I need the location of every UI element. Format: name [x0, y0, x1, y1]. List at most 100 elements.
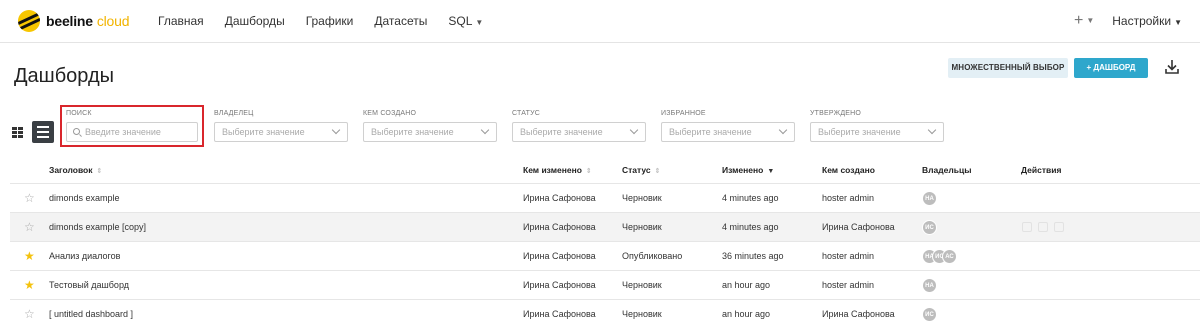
created-by-cell: hoster admin: [822, 251, 875, 261]
modified-cell: an hour ago: [722, 309, 771, 319]
dashboard-title-link[interactable]: dimonds example [copy]: [49, 213, 146, 241]
page-title: Дашборды: [14, 65, 114, 87]
search-input[interactable]: [85, 123, 195, 141]
column-modified-label: Изменено: [722, 165, 764, 175]
star-outline-icon[interactable]: ☆: [24, 221, 35, 233]
certified-select[interactable]: Выберите значение: [810, 122, 944, 142]
add-dashboard-button[interactable]: + ДАШБОРД: [1074, 58, 1148, 78]
nav-charts[interactable]: Графики: [306, 14, 354, 28]
brand-name: beeline: [46, 13, 93, 29]
new-item-menu[interactable]: + ▼: [1073, 12, 1095, 29]
favorite-select[interactable]: Выберите значение: [661, 122, 795, 142]
nav-home[interactable]: Главная: [158, 14, 204, 28]
table-row[interactable]: ☆ dimonds example [copy] Ирина Сафонова Чер…: [10, 212, 1200, 241]
nav-sql-label: SQL: [448, 14, 473, 28]
star-filled-icon[interactable]: ★: [24, 250, 35, 262]
modified-cell: 4 minutes ago: [722, 193, 779, 203]
nav-datasets[interactable]: Датасеты: [374, 14, 427, 28]
nav-sql[interactable]: SQL ▼: [448, 14, 483, 28]
certified-select-placeholder: Выберите значение: [818, 127, 901, 137]
settings-menu[interactable]: Настройки ▼: [1112, 14, 1182, 28]
chevron-down-icon: ▼: [1086, 16, 1095, 25]
chevron-down-icon: [778, 125, 788, 135]
column-header-title[interactable]: Заголовок ⇕: [49, 165, 102, 175]
list-view-toggle[interactable]: [32, 121, 54, 143]
table-row[interactable]: ☆ dimonds example Ирина Сафонова Черновик 4 …: [10, 183, 1200, 212]
table-row[interactable]: ☆ [ untitled dashboard ] Ирина Сафонова Чер…: [10, 299, 1200, 327]
search-label: ПОИСК: [66, 110, 92, 117]
created-by-filter-label: КЕМ СОЗДАНО: [363, 110, 417, 117]
column-modified-by-label: Кем изменено: [523, 165, 582, 175]
sort-icon: ⇕: [654, 168, 661, 175]
card-view-toggle[interactable]: [10, 124, 26, 140]
dashboard-title-link[interactable]: [ untitled dashboard ]: [49, 300, 133, 327]
owner-select[interactable]: Выберите значение: [214, 122, 348, 142]
created-by-cell: hoster admin: [822, 193, 875, 203]
column-title-label: Заголовок: [49, 165, 93, 175]
owner-select-placeholder: Выберите значение: [222, 127, 305, 137]
column-actions-label: Действия: [1021, 165, 1062, 175]
column-created-by-label: Кем создано: [822, 165, 875, 175]
modified-by-cell: Ирина Сафонова: [523, 309, 596, 319]
column-header-actions: Действия: [1021, 165, 1061, 175]
plus-icon: +: [1073, 12, 1084, 29]
modified-cell: 4 minutes ago: [722, 222, 779, 232]
created-by-cell: Ирина Сафонова: [822, 309, 895, 319]
modified-by-cell: Ирина Сафонова: [523, 251, 596, 261]
dashboard-title-link[interactable]: Анализ диалогов: [49, 242, 120, 270]
sort-icon: ⇕: [585, 168, 592, 175]
brand-suffix: cloud: [96, 13, 130, 29]
nav-dashboards[interactable]: Дашборды: [225, 14, 285, 28]
search-field: [66, 122, 198, 142]
download-button[interactable]: [1162, 57, 1182, 77]
column-owners-label: Владельцы: [922, 165, 972, 175]
search-icon: [73, 128, 80, 135]
status-cell: Черновик: [622, 193, 662, 203]
chevron-down-icon: [480, 125, 490, 135]
delete-icon[interactable]: [1022, 222, 1032, 232]
sort-icon: ⇕: [96, 168, 103, 175]
dashboard-title-link[interactable]: dimonds example: [49, 184, 120, 212]
column-status-label: Статус: [622, 165, 651, 175]
edit-icon[interactable]: [1054, 222, 1064, 232]
top-navbar: beeline cloud Главная Дашборды Графики Д…: [0, 0, 1200, 43]
owner-avatar: ИС: [922, 220, 937, 235]
created-by-select-placeholder: Выберите значение: [371, 127, 454, 137]
owner-avatar: HA: [922, 278, 937, 293]
status-filter-label: СТАТУС: [512, 110, 540, 117]
chevron-down-icon: [927, 125, 937, 135]
favorite-select-placeholder: Выберите значение: [669, 127, 752, 137]
modified-cell: an hour ago: [722, 280, 771, 290]
modified-by-cell: Ирина Сафонова: [523, 280, 596, 290]
main-menu: Главная Дашборды Графики Датасеты SQL ▼: [158, 14, 504, 28]
table-row[interactable]: ★ Тестовый дашборд Ирина Сафонова Черновик a…: [10, 270, 1200, 299]
sort-desc-icon: ▼: [767, 168, 775, 175]
multi-select-button[interactable]: МНОЖЕСТВЕННЫЙ ВЫБОР: [948, 58, 1068, 78]
chevron-down-icon: [629, 125, 639, 135]
owner-avatar: HA: [922, 191, 937, 206]
column-header-status[interactable]: Статус ⇕: [622, 165, 661, 175]
column-header-created-by: Кем создано: [822, 165, 875, 175]
star-filled-icon[interactable]: ★: [24, 279, 35, 291]
column-header-owners: Владельцы: [922, 165, 972, 175]
status-cell: Черновик: [622, 222, 662, 232]
created-by-select[interactable]: Выберите значение: [363, 122, 497, 142]
modified-by-cell: Ирина Сафонова: [523, 222, 596, 232]
modified-by-cell: Ирина Сафонова: [523, 193, 596, 203]
owner-filter-label: ВЛАДЕЛЕЦ: [214, 110, 254, 117]
export-icon[interactable]: [1038, 222, 1048, 232]
star-outline-icon[interactable]: ☆: [24, 308, 35, 320]
status-cell: Опубликовано: [622, 251, 683, 261]
dashboard-title-link[interactable]: Тестовый дашборд: [49, 271, 129, 299]
brand-logo[interactable]: beeline cloud: [18, 10, 130, 32]
status-cell: Черновик: [622, 309, 662, 319]
chevron-down-icon: ▼: [475, 18, 484, 27]
certified-filter-label: УТВЕРЖДЕНО: [810, 110, 862, 117]
star-outline-icon[interactable]: ☆: [24, 192, 35, 204]
table-row[interactable]: ★ Анализ диалогов Ирина Сафонова Опубликова…: [10, 241, 1200, 270]
modified-cell: 36 minutes ago: [722, 251, 784, 261]
status-select-placeholder: Выберите значение: [520, 127, 603, 137]
status-select[interactable]: Выберите значение: [512, 122, 646, 142]
column-header-modified-by[interactable]: Кем изменено ⇕: [523, 165, 592, 175]
column-header-modified[interactable]: Изменено ▼: [722, 165, 774, 175]
